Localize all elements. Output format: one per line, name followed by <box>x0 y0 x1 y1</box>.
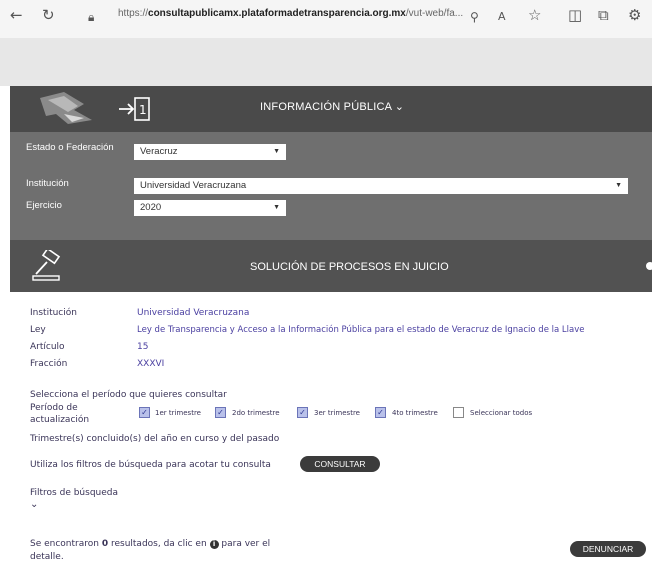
consulta-prompt: Utiliza los filtros de búsqueda para aco… <box>30 460 271 470</box>
checkbox-2do-trimestre[interactable]: ✓ <box>215 407 226 418</box>
resultados-text: Se encontraron 0 resultados, da clic en … <box>30 539 270 549</box>
collections-icon[interactable]: ⧉ <box>598 6 609 24</box>
resultados-text-end: para ver el <box>218 539 271 549</box>
checkbox-4to-trimestre[interactable]: ✓ <box>375 407 386 418</box>
address-bar[interactable]: https://consultapublicamx.plataformadetr… <box>118 8 498 19</box>
ejercicio-label: Ejercicio <box>26 200 62 211</box>
page-top-strip <box>0 38 652 86</box>
checkbox-seleccionar-todos[interactable] <box>453 407 464 418</box>
ejercicio-select[interactable]: 2020 ▼ <box>134 200 286 216</box>
label-seleccionar-todos: Seleccionar todos <box>470 409 533 417</box>
info-institucion-label: Institución <box>30 308 77 318</box>
info-ley-label: Ley <box>30 325 46 335</box>
label-3er-trimestre: 3er trimestre <box>314 409 360 417</box>
label-2do-trimestre: 2do trimestre <box>232 409 280 417</box>
split-screen-icon[interactable]: ◫ <box>568 6 582 24</box>
periodo-prompt: Selecciona el período que quieres consul… <box>30 390 227 400</box>
section-header: SOLUCIÓN DE PROCESOS EN JUICIO <box>10 240 652 292</box>
info-ley-value: Ley de Transparencia y Acceso a la Infor… <box>137 325 585 335</box>
ejercicio-select-value: 2020 <box>140 202 162 213</box>
reload-icon[interactable]: ↻ <box>42 6 55 24</box>
info-icon: i <box>209 540 219 549</box>
periodo-label-line2: actualización <box>30 415 90 425</box>
top-header: 1 INFORMACIÓN PÚBLICA ⌄ <box>10 86 652 132</box>
lock-icon[interactable]: 🔒︎ <box>88 8 94 26</box>
resultados-text-after: resultados, da clic en <box>108 539 210 549</box>
url-host: consultapublicamx.plataformadetransparen… <box>148 8 406 19</box>
info-fraccion-value: XXXVI <box>137 359 165 369</box>
label-1er-trimestre: 1er trimestre <box>155 409 201 417</box>
svg-text:1: 1 <box>139 103 147 117</box>
chevron-down-icon[interactable]: ⌄ <box>30 499 38 510</box>
institucion-select[interactable]: Universidad Veracruzana ▼ <box>134 178 628 194</box>
checkbox-3er-trimestre[interactable]: ✓ <box>297 407 308 418</box>
resultados-line2: detalle. <box>30 552 64 562</box>
label-4to-trimestre: 4to trimestre <box>392 409 438 417</box>
estado-select[interactable]: Veracruz ▼ <box>134 144 286 160</box>
browser-toolbar: ← ↻ 🔒︎ https://consultapublicamx.platafo… <box>0 0 652 38</box>
extensions-icon[interactable]: ⚙ <box>628 6 641 24</box>
estado-select-value: Veracruz <box>140 146 178 157</box>
section-title: SOLUCIÓN DE PROCESOS EN JUICIO <box>250 261 449 273</box>
denunciar-button[interactable]: DENUNCIAR <box>570 541 646 557</box>
info-articulo-value: 15 <box>137 342 149 352</box>
consultar-button[interactable]: CONSULTAR <box>300 456 380 472</box>
institucion-label: Institución <box>26 178 69 189</box>
url-prefix: https:// <box>118 8 149 19</box>
zoom-icon[interactable]: ⚲ <box>470 8 479 26</box>
filtros-busqueda-label: Filtros de búsqueda <box>30 488 119 498</box>
filters-panel: Estado o Federación Veracruz ▼ Instituci… <box>10 132 652 240</box>
favorite-star-icon[interactable]: ☆ <box>528 6 541 24</box>
info-fraccion-label: Fracción <box>30 359 68 369</box>
resultados-text-before: Se encontraron <box>30 539 102 549</box>
info-articulo-label: Artículo <box>30 342 65 352</box>
plataforma-logo <box>40 92 92 124</box>
section-toggle-dot[interactable] <box>646 262 652 270</box>
estado-label: Estado o Federación <box>26 142 114 153</box>
institucion-select-value: Universidad Veracruzana <box>140 180 247 191</box>
chevron-down-icon: ▼ <box>273 204 280 211</box>
chevron-down-icon: ▼ <box>615 182 622 189</box>
url-path: /vut-web/fa... <box>405 8 464 19</box>
info-institucion-value: Universidad Veracruzana <box>137 308 250 318</box>
gavel-icon <box>32 250 61 281</box>
back-arrow-icon[interactable]: ← <box>10 6 23 24</box>
login-icon[interactable]: 1 <box>117 95 153 123</box>
periodo-label-line1: Período de <box>30 403 78 413</box>
checkbox-1er-trimestre[interactable]: ✓ <box>139 407 150 418</box>
read-aloud-icon[interactable]: A <box>498 8 506 26</box>
chevron-down-icon: ▼ <box>273 148 280 155</box>
trimestre-note: Trimestre(s) concluido(s) del año en cur… <box>30 434 280 444</box>
informacion-publica-menu[interactable]: INFORMACIÓN PÚBLICA ⌄ <box>260 100 404 113</box>
